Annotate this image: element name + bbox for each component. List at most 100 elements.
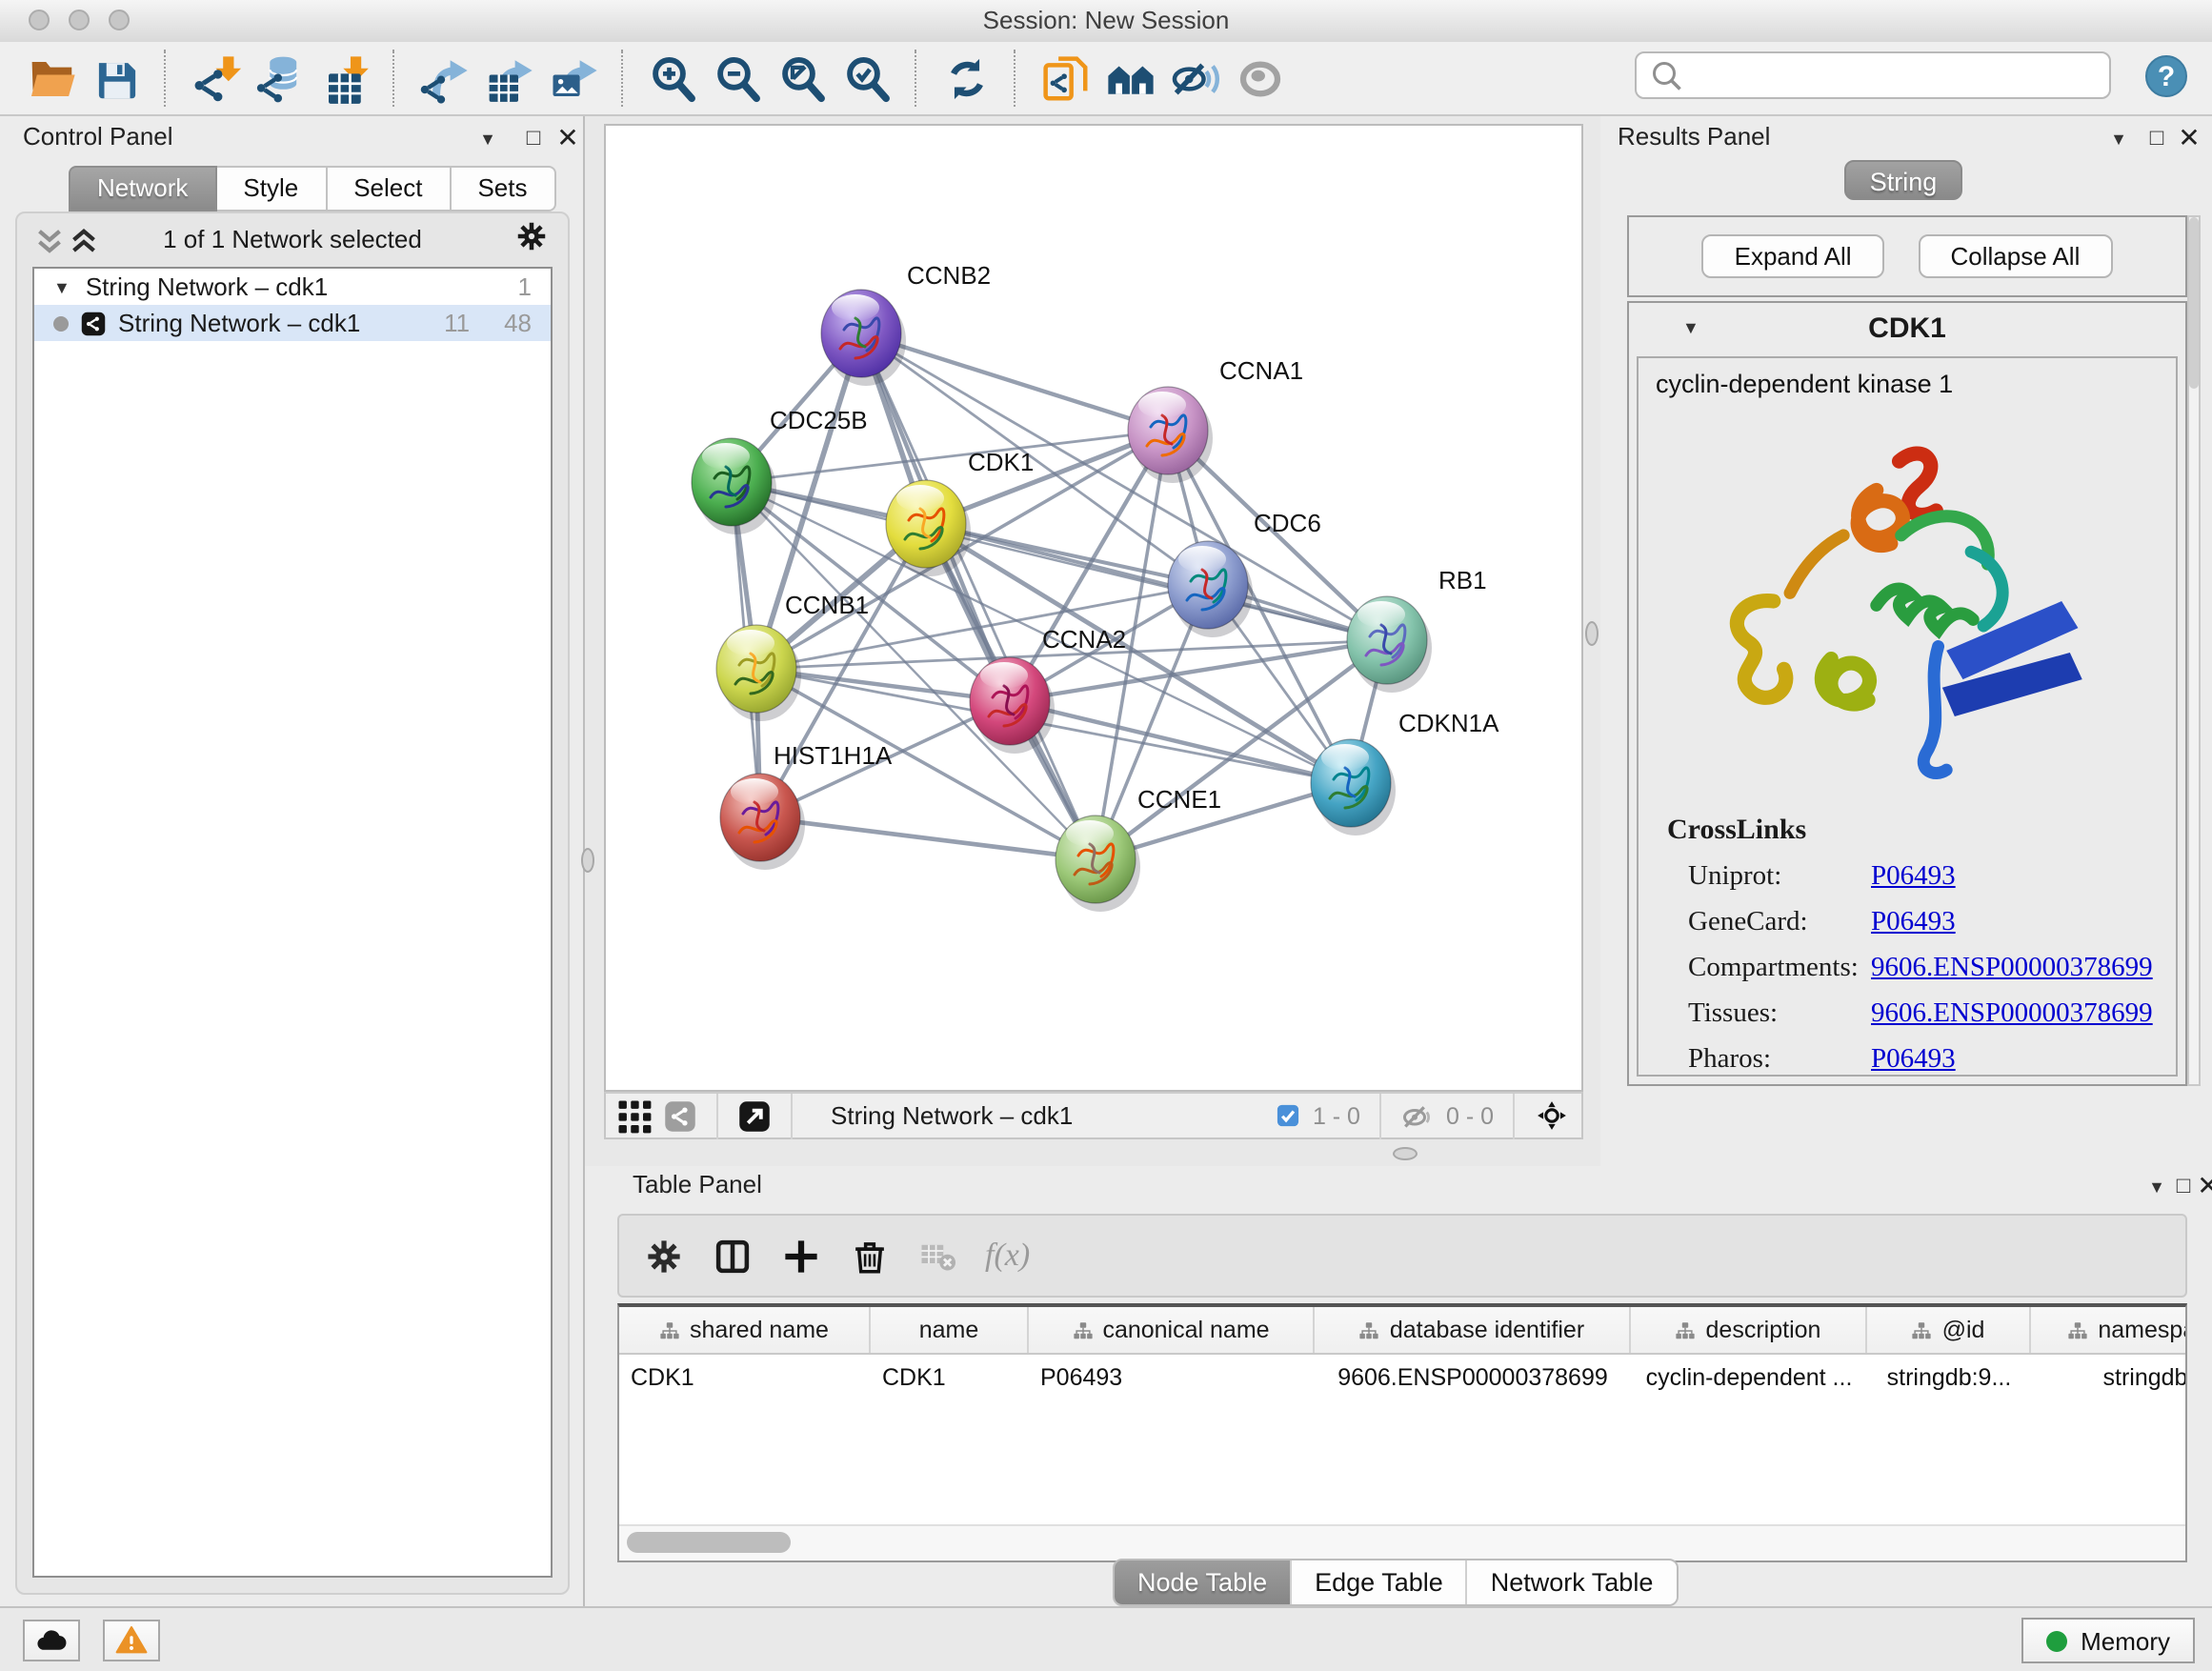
network-view-icon[interactable] — [663, 1098, 697, 1133]
import-network-icon[interactable] — [183, 46, 248, 111]
zoom-fit-icon[interactable] — [770, 46, 835, 111]
cloud-button[interactable] — [23, 1620, 80, 1661]
crosslink-link[interactable]: P06493 — [1871, 907, 1956, 939]
control-panel-close-icon[interactable]: ✕ — [553, 122, 583, 154]
search-input[interactable] — [1671, 54, 2109, 96]
column-header-canonical-name[interactable]: canonical name — [1029, 1307, 1315, 1353]
cloud-icon — [34, 1623, 69, 1658]
tab-edge-table[interactable]: Edge Table — [1290, 1560, 1466, 1604]
collapse-all-button[interactable]: Collapse All — [1919, 234, 2113, 278]
zoom-in-icon[interactable] — [640, 46, 705, 111]
expand-all-button[interactable]: Expand All — [1702, 234, 1884, 278]
first-neighbors-icon[interactable] — [1097, 46, 1162, 111]
table-cell[interactable]: P06493 — [1029, 1363, 1315, 1390]
results-scrollbar-thumb[interactable] — [2189, 217, 2199, 389]
edge-CCNB2-CCNE1[interactable] — [861, 333, 1096, 859]
warnings-button[interactable] — [103, 1620, 160, 1661]
gene-section-header[interactable]: ▼ CDK1 — [1629, 311, 2185, 349]
hide-selected-icon[interactable] — [1162, 46, 1227, 111]
edge-HIST1H1A-CCNE1[interactable] — [760, 817, 1096, 859]
node-HIST1H1A[interactable]: HIST1H1A — [720, 741, 893, 870]
crosslinks-section: CrossLinks Uniprot:P06493GeneCard:P06493… — [1639, 815, 2176, 1077]
network-options-gear-icon[interactable] — [514, 219, 549, 253]
network-graph[interactable]: CCNB2CCNA1CDC25BCDK1CDC6RB1CCNB1CCNA2CDK… — [606, 126, 1581, 1090]
table-cell[interactable]: CDK1 — [619, 1363, 871, 1390]
tab-network[interactable]: Network — [69, 166, 216, 211]
tab-sets[interactable]: Sets — [451, 166, 555, 211]
column-header-shared-name[interactable]: shared name — [619, 1307, 871, 1353]
tab-string[interactable]: String — [1844, 160, 1962, 200]
zoom-out-icon[interactable] — [705, 46, 770, 111]
column-header-database-identifier[interactable]: database identifier — [1315, 1307, 1631, 1353]
save-session-icon[interactable] — [84, 46, 149, 111]
crosslink-link[interactable]: P06493 — [1871, 1044, 1956, 1077]
node-CDKN1A[interactable]: CDKN1A — [1311, 709, 1499, 836]
show-all-icon[interactable] — [1227, 46, 1292, 111]
help-button[interactable]: ? — [2145, 55, 2187, 97]
right-splitter-handle[interactable] — [1585, 621, 1599, 646]
edge-CDK1-RB1[interactable] — [926, 524, 1387, 640]
results-panel-collapse-icon[interactable]: ▼ — [2103, 130, 2134, 149]
open-session-icon[interactable] — [19, 46, 84, 111]
export-network-icon[interactable] — [412, 46, 476, 111]
clone-network-icon[interactable] — [1033, 46, 1097, 111]
export-image-icon[interactable] — [541, 46, 606, 111]
table-cell[interactable]: stringdb — [2031, 1363, 2187, 1390]
collection-expand-icon[interactable]: ▼ — [53, 277, 70, 296]
crosslink-link[interactable]: 9606.ENSP00000378699 — [1871, 998, 2153, 1031]
network-canvas[interactable]: CCNB2CCNA1CDC25BCDK1CDC6RB1CCNB1CCNA2CDK… — [604, 124, 1583, 1092]
network-collection-row[interactable]: ▼ String Network – cdk1 1 — [34, 269, 551, 305]
gear-icon[interactable] — [642, 1235, 684, 1277]
columns-icon[interactable] — [711, 1235, 753, 1277]
table-row[interactable]: CDK1CDK1P064939606.ENSP00000378699cyclin… — [619, 1355, 2185, 1399]
control-panel-collapse-icon[interactable]: ▼ — [473, 130, 503, 149]
detach-view-icon[interactable] — [737, 1098, 772, 1133]
refresh-layout-icon[interactable] — [934, 46, 998, 111]
table-scrollbar-thumb[interactable] — [627, 1532, 791, 1553]
hidden-elements-icon[interactable] — [1400, 1098, 1435, 1133]
cytoscape-window: Session: New Session ? Control Panel ▼ □… — [0, 0, 2212, 1671]
trash-icon[interactable] — [848, 1235, 890, 1277]
results-panel-close-icon[interactable]: ✕ — [2174, 122, 2204, 154]
memory-button[interactable]: Memory — [2021, 1618, 2195, 1663]
grid-view-icon[interactable] — [617, 1098, 652, 1133]
table-cell[interactable]: cyclin-dependent ... — [1631, 1363, 1867, 1390]
table-cell[interactable]: CDK1 — [871, 1363, 1029, 1390]
node-CCNA1[interactable]: CCNA1 — [1128, 356, 1303, 483]
import-table-icon[interactable] — [312, 46, 377, 111]
results-panel-float-icon[interactable]: □ — [2142, 124, 2172, 151]
import-network-database-icon[interactable] — [248, 46, 312, 111]
table-panel-close-icon[interactable]: ✕ — [2193, 1170, 2212, 1202]
tab-select[interactable]: Select — [327, 166, 451, 211]
tab-network-table[interactable]: Network Table — [1466, 1560, 1677, 1604]
tab-node-table[interactable]: Node Table — [1115, 1560, 1290, 1604]
results-scrollbar[interactable] — [2187, 215, 2201, 1086]
left-splitter-handle[interactable] — [581, 848, 594, 873]
zoom-selected-icon[interactable] — [835, 46, 899, 111]
node-CCNB1[interactable]: CCNB1 — [716, 591, 869, 721]
column-header-name[interactable]: name — [871, 1307, 1029, 1353]
table-cell[interactable]: 9606.ENSP00000378699 — [1315, 1363, 1631, 1390]
horizontal-splitter-handle[interactable] — [1393, 1147, 1418, 1160]
export-table-icon[interactable] — [476, 46, 541, 111]
control-panel-float-icon[interactable]: □ — [518, 124, 549, 151]
hidden-elements-count: 0 - 0 — [1446, 1102, 1494, 1129]
birdseye-view-icon[interactable] — [1534, 1099, 1570, 1132]
edge-CCNB2-CCNA1[interactable] — [861, 333, 1168, 431]
crosslink-link[interactable]: P06493 — [1871, 861, 1956, 894]
column-header--id[interactable]: @id — [1867, 1307, 2031, 1353]
control-panel: Control Panel ▼ □ ✕ NetworkStyleSelectSe… — [0, 116, 585, 1606]
column-header-namespace[interactable]: namespace — [2031, 1307, 2187, 1353]
gene-symbol: CDK1 — [1629, 312, 2185, 345]
column-header-description[interactable]: description — [1631, 1307, 1867, 1353]
table-header-row: shared namenamecanonical namedatabase id… — [619, 1307, 2185, 1355]
table-horizontal-scrollbar[interactable] — [619, 1524, 2185, 1560]
node-RB1[interactable]: RB1 — [1347, 566, 1487, 693]
add-icon[interactable] — [779, 1235, 821, 1277]
tab-style[interactable]: Style — [216, 166, 327, 211]
network-item-row[interactable]: String Network – cdk1 11 48 — [34, 305, 551, 341]
crosslink-label: Compartments: — [1688, 953, 1871, 985]
table-cell[interactable]: stringdb:9... — [1867, 1363, 2031, 1390]
selected-nodes-checkbox-icon[interactable] — [1275, 1099, 1301, 1132]
crosslink-link[interactable]: 9606.ENSP00000378699 — [1871, 953, 2153, 985]
